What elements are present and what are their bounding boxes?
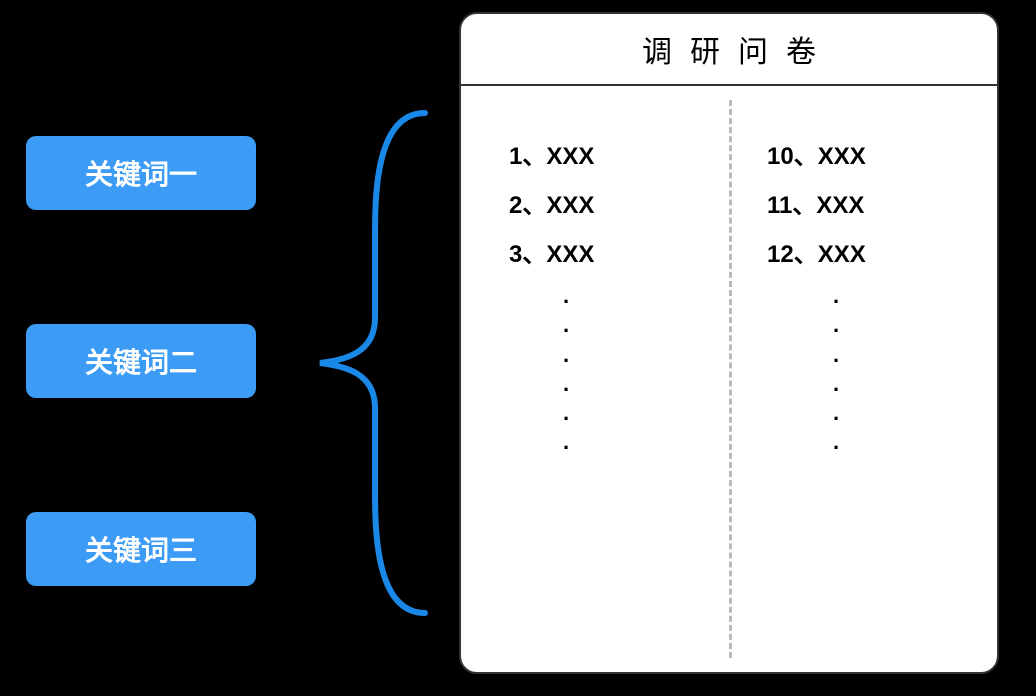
questionnaire-body: 1、XXX 2、XXX 3、XXX . . . . . . 10、XXX 11、… <box>461 86 997 672</box>
list-item: 11、XXX <box>767 185 967 220</box>
keyword-box-2: 关键词二 <box>26 324 256 398</box>
keyword-label: 关键词三 <box>85 529 197 569</box>
questionnaire-column-left: 1、XXX 2、XXX 3、XXX . . . . . . <box>461 86 729 672</box>
questionnaire-title: 调研问卷 <box>461 14 997 86</box>
list-item: 2、XXX <box>509 185 699 220</box>
column-divider <box>729 100 732 658</box>
list-item: 10、XXX <box>767 136 967 171</box>
questionnaire-card: 调研问卷 1、XXX 2、XXX 3、XXX . . . . . . 10、XX… <box>459 12 999 674</box>
keyword-label: 关键词一 <box>85 153 197 193</box>
keyword-box-1: 关键词一 <box>26 136 256 210</box>
ellipsis-dots: . . . . . . <box>767 283 967 455</box>
list-item: 3、XXX <box>509 234 699 269</box>
brace-icon <box>285 108 435 618</box>
ellipsis-dots: . . . . . . <box>509 283 699 455</box>
keyword-box-3: 关键词三 <box>26 512 256 586</box>
questionnaire-column-right: 10、XXX 11、XXX 12、XXX . . . . . . <box>729 86 997 672</box>
list-item: 1、XXX <box>509 136 699 171</box>
keyword-label: 关键词二 <box>85 341 197 381</box>
list-item: 12、XXX <box>767 234 967 269</box>
